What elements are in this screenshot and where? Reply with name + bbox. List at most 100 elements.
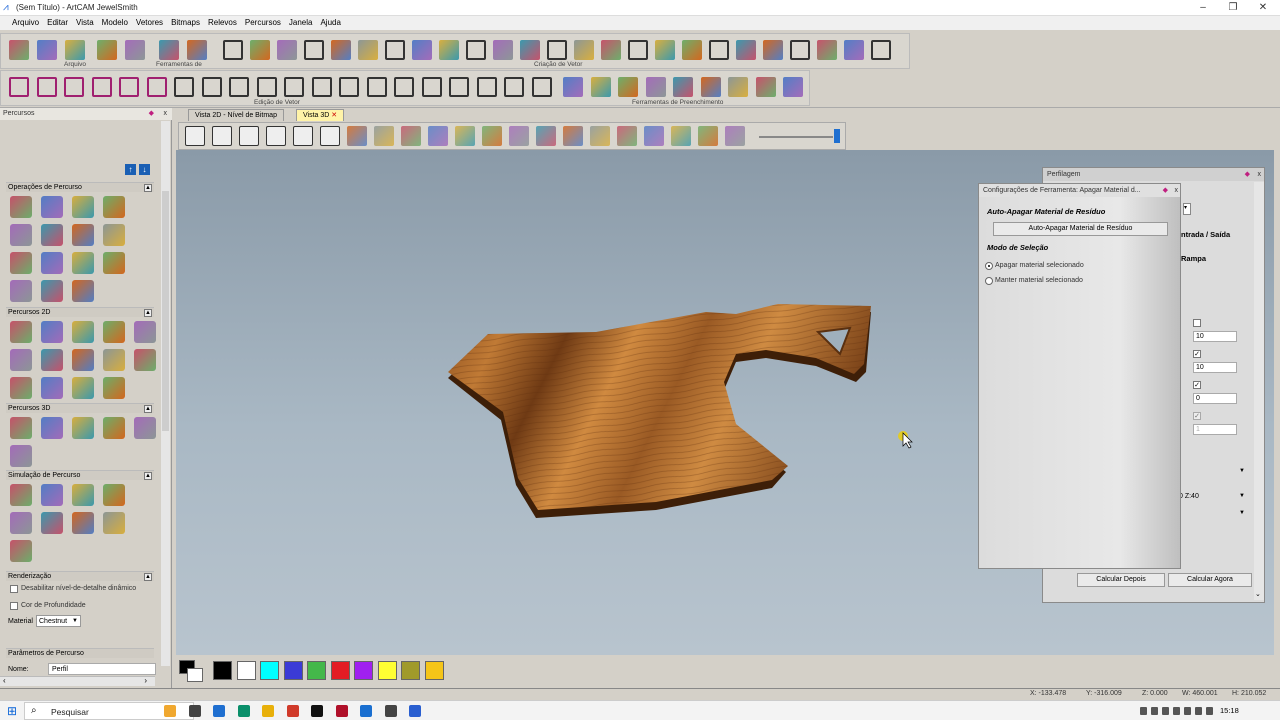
color-swatch[interactable]	[330, 661, 350, 680]
taskbar-app-icon[interactable]	[188, 705, 201, 717]
restore-icon[interactable]: ❐	[1218, 0, 1248, 16]
vector-edit-icon[interactable]	[531, 77, 552, 97]
color-swatch[interactable]	[401, 661, 420, 680]
value-input-2[interactable]: 10	[1193, 362, 1237, 373]
fill-tool-icon[interactable]	[590, 77, 611, 97]
fill-tool-icon[interactable]	[783, 77, 803, 97]
vector-edit-icon[interactable]	[421, 77, 442, 97]
toolpath-icon[interactable]	[10, 377, 32, 399]
toolpath-icon[interactable]	[72, 349, 94, 371]
vector-edit-icon[interactable]	[174, 77, 194, 97]
vector-edit-icon[interactable]	[36, 77, 57, 97]
vector-tool-icon[interactable]	[223, 40, 243, 60]
menu-janela[interactable]: Janela	[285, 16, 317, 30]
toolpath-icon[interactable]	[103, 252, 125, 274]
fill-tool-icon[interactable]	[700, 77, 721, 97]
undo-icon[interactable]	[97, 40, 117, 60]
horizontal-scrollbar[interactable]: ‹ ›	[0, 676, 155, 686]
open-file-icon[interactable]	[37, 40, 57, 60]
pin-icon[interactable]: ◆	[1163, 184, 1168, 197]
vector-edit-icon[interactable]	[119, 77, 139, 97]
scrollbar-thumb[interactable]	[162, 191, 169, 431]
option-checkbox-4[interactable]: ✓	[1193, 412, 1201, 420]
vector-tool-icon[interactable]	[628, 40, 648, 60]
view-tool-icon[interactable]	[671, 126, 691, 146]
scroll-left-icon[interactable]: ‹	[3, 676, 6, 685]
chevron-down-icon[interactable]: ▼	[1239, 510, 1245, 516]
view-tool-icon[interactable]	[293, 126, 313, 146]
calculate-now-button[interactable]: Calcular Agora	[1168, 573, 1252, 587]
minimize-icon[interactable]: –	[1188, 0, 1218, 16]
taskbar-app-icon[interactable]	[213, 705, 225, 717]
color-swatch[interactable]	[377, 661, 397, 680]
material-select[interactable]: Chestnut ▼	[36, 615, 81, 627]
fill-tool-icon[interactable]	[728, 77, 748, 97]
color-swatch[interactable]	[307, 661, 326, 680]
vector-tool-icon[interactable]	[655, 40, 675, 60]
close-tab-icon[interactable]: ✕	[331, 112, 337, 119]
toolpath-icon[interactable]	[10, 540, 32, 562]
vector-tool-icon[interactable]	[466, 40, 486, 60]
toolpath-icon[interactable]	[10, 280, 32, 302]
toolpath-icon[interactable]	[72, 417, 94, 439]
toolpath-icon[interactable]	[41, 224, 63, 246]
view-tool-icon[interactable]	[617, 126, 637, 146]
toolpath-icon[interactable]	[134, 349, 156, 371]
toolpath-icon[interactable]	[10, 484, 32, 506]
vertical-scrollbar[interactable]	[161, 121, 170, 666]
toolpath-icon[interactable]	[41, 417, 63, 439]
toolpath-icon[interactable]	[103, 349, 125, 371]
toolpath-icon[interactable]	[10, 196, 32, 218]
chevron-down-icon[interactable]: ▼	[1239, 493, 1245, 499]
vector-edit-icon[interactable]	[9, 77, 29, 97]
view-tool-icon[interactable]	[320, 126, 340, 146]
disable-detail-checkbox[interactable]	[10, 585, 18, 593]
vector-edit-icon[interactable]	[311, 77, 332, 97]
fill-tool-icon[interactable]	[755, 77, 776, 97]
fill-tool-icon[interactable]	[645, 77, 666, 97]
toolpath-icon[interactable]	[41, 484, 63, 506]
view-tool-icon[interactable]	[725, 126, 745, 146]
view-tool-icon[interactable]	[536, 126, 556, 146]
tray-icon[interactable]	[1184, 707, 1191, 715]
toolpath-icon[interactable]	[103, 224, 125, 246]
vector-edit-icon[interactable]	[146, 77, 167, 97]
vector-tool-icon[interactable]	[331, 40, 351, 60]
taskbar-app-icon[interactable]	[311, 705, 323, 717]
menu-percursos[interactable]: Percursos	[241, 16, 285, 30]
vector-tool-icon[interactable]	[574, 40, 594, 60]
menu-relevos[interactable]: Relevos	[204, 16, 241, 30]
tray-icon[interactable]	[1195, 707, 1202, 715]
vector-edit-icon[interactable]	[284, 77, 304, 97]
color-swatch[interactable]	[213, 661, 232, 680]
calculate-later-button[interactable]: Calcular Depois	[1077, 573, 1165, 587]
toolpath-icon[interactable]	[41, 377, 63, 399]
section-parametros[interactable]: Parâmetros de Percurso	[6, 648, 154, 658]
vector-tool-icon[interactable]	[304, 40, 324, 60]
vector-tool-icon[interactable]	[709, 40, 729, 60]
taskbar-app-icon[interactable]	[384, 705, 397, 717]
toolpath-icon[interactable]	[10, 224, 32, 246]
menu-vetores[interactable]: Vetores	[132, 16, 167, 30]
vector-tool-icon[interactable]	[520, 40, 540, 60]
color-swatch[interactable]	[236, 661, 256, 680]
vector-edit-icon[interactable]	[91, 77, 112, 97]
keep-selected-radio[interactable]	[985, 277, 993, 285]
tool-icon[interactable]	[187, 40, 207, 60]
vector-edit-icon[interactable]	[394, 77, 414, 97]
toolpath-icon[interactable]	[10, 349, 32, 371]
taskbar-app-icon[interactable]	[164, 705, 176, 717]
name-input[interactable]: Perfil	[48, 663, 156, 675]
toolpath-icon[interactable]	[10, 445, 32, 467]
vector-edit-icon[interactable]	[64, 77, 84, 97]
profile-panel-scrollbar[interactable]: ⌄	[1254, 182, 1264, 600]
toolpath-icon[interactable]	[103, 512, 125, 534]
close-icon[interactable]: ✕	[1248, 0, 1278, 16]
menu-vista[interactable]: Vista	[72, 16, 98, 30]
taskbar-app-icon[interactable]	[262, 705, 274, 717]
tab-vista-2d[interactable]: Vista 2D - Nível de Bitmap	[188, 109, 284, 121]
pin-icon[interactable]: ◆	[149, 108, 154, 120]
menu-ajuda[interactable]: Ajuda	[316, 16, 344, 30]
view-tool-icon[interactable]	[563, 126, 583, 146]
toolpath-icon[interactable]	[41, 280, 63, 302]
